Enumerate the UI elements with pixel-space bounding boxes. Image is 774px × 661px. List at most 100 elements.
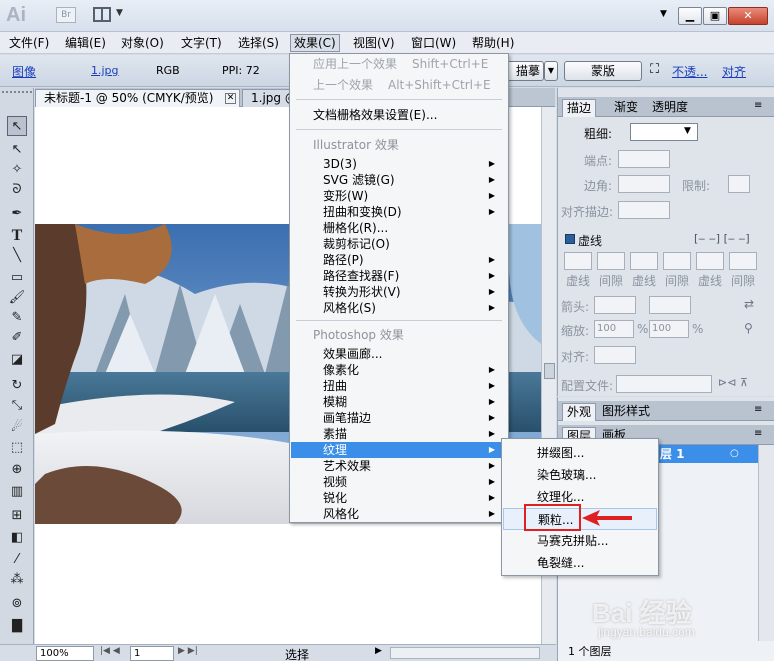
tab-untitled[interactable]: 未标题-1 @ 50% (CMYK/预览) ✕	[35, 89, 240, 107]
menu-pathfinder[interactable]: 路径查找器(F) ▶	[291, 268, 507, 284]
status-tool[interactable]: 选择	[285, 646, 309, 661]
next-page-icon[interactable]: ▶ ▶|	[178, 646, 198, 656]
align-link[interactable]: 对齐	[722, 63, 746, 80]
page-select[interactable]: 1	[130, 646, 174, 661]
menu-type[interactable]: 文字(T)	[178, 34, 225, 52]
menu-rasterize[interactable]: 栅格化(R)...	[291, 220, 507, 236]
direct-selection-tool-icon[interactable]: ↖	[7, 140, 27, 160]
shape-builder-tool-icon[interactable]: ⊕	[7, 460, 27, 480]
tab-appearance[interactable]: 外观	[562, 403, 597, 421]
menu-view[interactable]: 视图(V)	[350, 34, 398, 52]
symbol-sprayer-tool-icon[interactable]: ⊚	[7, 594, 27, 614]
blob-brush-tool-icon[interactable]: ✐	[7, 328, 27, 348]
gap-input-3[interactable]	[729, 252, 757, 270]
menu-stained-glass[interactable]: 染色玻璃...	[503, 464, 657, 486]
tab-graphic-styles[interactable]: 图形样式	[598, 403, 654, 421]
mesh-tool-icon[interactable]: ⊞	[7, 506, 27, 526]
line-tool-icon[interactable]: ╲	[7, 246, 27, 266]
status-menu-icon[interactable]: ▶	[375, 646, 382, 656]
opacity-link[interactable]: 不透...	[672, 63, 707, 80]
menu-last-effect[interactable]: 上一个效果 Alt+Shift+Ctrl+E	[291, 77, 507, 93]
dash-input-2[interactable]	[630, 252, 658, 270]
menu-effect-gallery[interactable]: 效果画廊...	[291, 346, 507, 362]
menu-object[interactable]: 对象(O)	[118, 34, 167, 52]
menu-edit[interactable]: 编辑(E)	[62, 34, 109, 52]
dash-input-1[interactable]	[564, 252, 592, 270]
start-scale-input[interactable]: 100	[594, 320, 634, 338]
eyedropper-tool-icon[interactable]: ⁄	[7, 550, 27, 570]
menu-crop-marks[interactable]: 裁剪标记(O)	[291, 236, 507, 252]
transform-icon[interactable]: ⛶	[650, 62, 659, 77]
warp-tool-icon[interactable]: ☄	[7, 418, 27, 438]
cap-buttons[interactable]	[618, 150, 670, 168]
menu-file[interactable]: 文件(F)	[6, 34, 52, 52]
rotate-tool-icon[interactable]: ↻	[7, 376, 27, 396]
profile-select[interactable]	[616, 375, 712, 393]
graph-tool-icon[interactable]: ▥	[7, 482, 27, 502]
chevron-down-icon[interactable]: ▼	[116, 8, 123, 18]
lasso-tool-icon[interactable]: ᘐ	[7, 180, 27, 200]
menu-help[interactable]: 帮助(H)	[469, 34, 517, 52]
menu-stylize-ps[interactable]: 风格化 ▶	[291, 506, 507, 522]
swap-arrowheads-icon[interactable]: ⇄	[744, 297, 754, 311]
horizontal-scrollbar[interactable]	[390, 647, 540, 659]
object-type-label[interactable]: 图像	[12, 63, 36, 80]
tab-stroke[interactable]: 描边	[562, 99, 597, 117]
dash-align-icons[interactable]: [‒ ‒] [‒ ‒]	[694, 232, 750, 245]
magic-wand-tool-icon[interactable]: ✧	[7, 160, 27, 180]
menu-blur[interactable]: 模糊 ▶	[291, 394, 507, 410]
panel-options-icon[interactable]: ≡	[754, 404, 762, 415]
menu-stylize-ai[interactable]: 风格化(S) ▶	[291, 300, 507, 316]
menu-video[interactable]: 视频 ▶	[291, 474, 507, 490]
first-page-icon[interactable]: |◀ ◀	[100, 646, 120, 656]
menu-distort-transform[interactable]: 扭曲和变换(D) ▶	[291, 204, 507, 220]
menu-raster-settings[interactable]: 文档栅格效果设置(E)...	[291, 107, 507, 123]
selection-tool-icon[interactable]: ↖	[7, 116, 27, 136]
tools-panel-grip[interactable]	[2, 91, 32, 97]
gap-input-2[interactable]	[663, 252, 691, 270]
menu-apply-last-effect[interactable]: 应用上一个效果 Shift+Ctrl+E	[291, 56, 507, 72]
align-stroke-buttons[interactable]	[618, 201, 670, 219]
close-icon[interactable]: ✕	[225, 93, 236, 104]
menu-texture[interactable]: 纹理 ▶	[291, 442, 507, 458]
column-graph-tool-icon[interactable]: ▇	[7, 616, 27, 636]
menu-sharpen[interactable]: 锐化 ▶	[291, 490, 507, 506]
scrollbar-thumb[interactable]	[544, 363, 555, 379]
menu-3d[interactable]: 3D(3) ▶	[291, 156, 507, 172]
panel-options-icon[interactable]: ≡	[754, 100, 762, 111]
gap-input-1[interactable]	[597, 252, 625, 270]
pencil-tool-icon[interactable]: ✎	[7, 308, 27, 328]
limit-value[interactable]	[728, 175, 750, 193]
menu-path[interactable]: 路径(P) ▶	[291, 252, 507, 268]
menu-patchwork[interactable]: 拼缀图...	[503, 442, 657, 464]
panel-options-icon[interactable]: ≡	[754, 428, 762, 439]
menu-artistic[interactable]: 艺术效果 ▶	[291, 458, 507, 474]
arrange-documents-icon[interactable]	[93, 7, 111, 22]
menu-effect[interactable]: 效果(C)	[290, 34, 340, 52]
start-arrowhead-select[interactable]	[594, 296, 636, 314]
paintbrush-tool-icon[interactable]: 🖌	[7, 288, 27, 308]
tab-transparency[interactable]: 透明度	[648, 99, 692, 117]
menu-svg-filters[interactable]: SVG 滤镜(G) ▶	[291, 172, 507, 188]
mask-button[interactable]: 蒙版	[564, 61, 642, 81]
rectangle-tool-icon[interactable]: ▭	[7, 268, 27, 288]
layers-scrollbar[interactable]	[758, 445, 774, 641]
free-transform-tool-icon[interactable]: ⬚	[7, 438, 27, 458]
trace-dropdown[interactable]: ▼	[544, 61, 558, 81]
close-button[interactable]: ✕	[728, 7, 768, 25]
scale-tool-icon[interactable]: ⤡	[7, 396, 27, 416]
chevron-down-icon[interactable]: ▼	[684, 126, 691, 136]
layer-target-icon[interactable]: ○	[730, 445, 739, 463]
end-scale-input[interactable]: 100	[649, 320, 689, 338]
pen-tool-icon[interactable]: ✒	[7, 204, 27, 224]
menu-convert-to-shape[interactable]: 转换为形状(V) ▶	[291, 284, 507, 300]
menu-brush-strokes[interactable]: 画笔描边 ▶	[291, 410, 507, 426]
filename-link[interactable]: 1.jpg	[91, 64, 119, 77]
maximize-button[interactable]: ▣	[703, 7, 727, 25]
menu-pixelate[interactable]: 像素化 ▶	[291, 362, 507, 378]
menu-select[interactable]: 选择(S)	[235, 34, 282, 52]
eraser-tool-icon[interactable]: ◪	[7, 350, 27, 370]
link-scale-icon[interactable]: ⚲	[744, 321, 753, 335]
arrow-align-buttons[interactable]	[594, 346, 636, 364]
blend-tool-icon[interactable]: ⁂	[7, 570, 27, 590]
